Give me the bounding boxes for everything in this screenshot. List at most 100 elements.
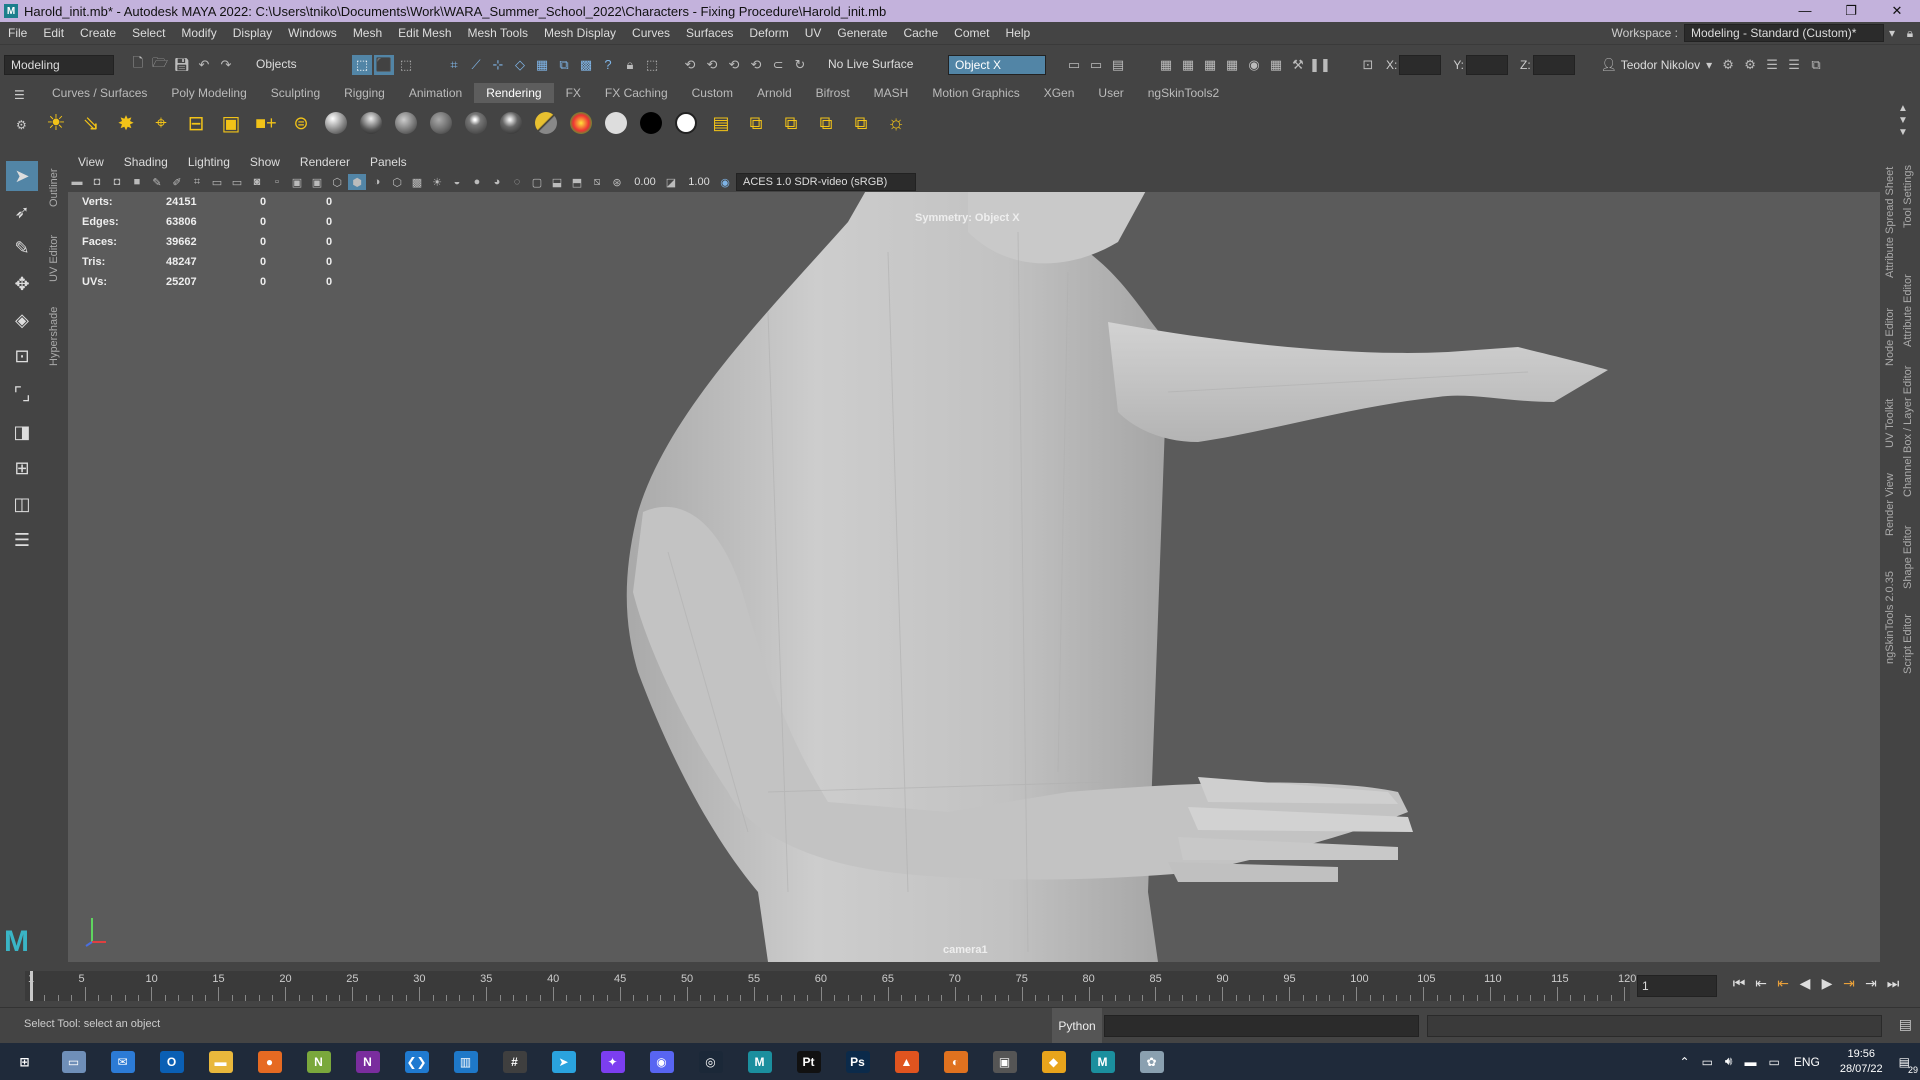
script-editor-tab[interactable]: Script Editor <box>1902 604 1914 674</box>
snap-point-icon[interactable]: ⊹ <box>488 55 508 75</box>
taskbar-app[interactable]: ⊞ <box>0 1043 49 1080</box>
character-mesh[interactable] <box>68 192 1880 962</box>
select-tool-icon[interactable]: ➤ <box>6 161 38 191</box>
taskbar-app[interactable]: ▲ <box>882 1043 931 1080</box>
render-batch-icon[interactable]: ⧉ <box>775 107 807 139</box>
taskbar-app[interactable]: ▬ <box>196 1043 245 1080</box>
use-all-lights-icon[interactable]: ☀ <box>428 174 446 190</box>
viewport-menu-renderer[interactable]: Renderer <box>290 155 360 169</box>
outliner-tab[interactable]: Outliner <box>48 157 60 207</box>
exposure-icon[interactable]: ⊛ <box>608 174 626 190</box>
select-hierarchy-icon[interactable]: ⬚ <box>352 54 372 75</box>
snap-view-plane-icon[interactable]: ◇ <box>510 55 530 75</box>
menu-display[interactable]: Display <box>225 26 280 40</box>
field-chart-icon[interactable]: ▫ <box>268 174 286 190</box>
coordinate-mode-icon[interactable]: ⊡ <box>1358 55 1378 75</box>
taskbar-app[interactable]: ▥ <box>441 1043 490 1080</box>
wireframe-icon[interactable]: ⬡ <box>328 174 346 190</box>
shelf-scroll-icon[interactable]: ▲ ▼ ▼ <box>1898 103 1908 139</box>
camera-aim-icon[interactable]: ⊜ <box>285 107 317 139</box>
construction-history-icon[interactable]: ⟲ <box>746 55 766 75</box>
arnold-flush-icon[interactable]: ⚒ <box>1288 55 1308 75</box>
xray-components-icon[interactable]: ⧅ <box>588 174 606 190</box>
snap-curve-icon[interactable]: ⟋ <box>466 55 486 75</box>
selection-mode-select[interactable]: Objects <box>250 54 350 75</box>
shelf-settings-icon[interactable]: ⚙ <box>16 118 27 132</box>
menu-cache[interactable]: Cache <box>895 26 946 40</box>
area-light-icon[interactable]: ⊟ <box>180 107 212 139</box>
menu-help[interactable]: Help <box>998 26 1039 40</box>
current-time-marker[interactable] <box>30 971 33 1001</box>
default-material-icon[interactable]: ◑ <box>368 174 386 190</box>
menu-mesh[interactable]: Mesh <box>345 26 390 40</box>
user-name[interactable]: Teodor Nikolov <box>1621 58 1700 72</box>
modeling-toolkit-icon[interactable]: ⚙ <box>1718 55 1738 75</box>
tool-settings-icon[interactable]: ☰ <box>1762 55 1782 75</box>
render-layer-icon[interactable]: ⧉ <box>740 107 772 139</box>
step-forward-key-icon[interactable]: ⇥ <box>1860 975 1882 992</box>
menu-create[interactable]: Create <box>72 26 124 40</box>
attribute-editor-tab[interactable]: Attribute Editor <box>1902 252 1914 347</box>
safe-title-icon[interactable]: ▣ <box>308 174 326 190</box>
step-forward-frame-icon[interactable]: ⇥ <box>1838 975 1860 992</box>
current-frame-field[interactable]: 1 <box>1637 975 1717 997</box>
arnold-ipr-icon[interactable]: ▦ <box>1266 55 1286 75</box>
x-field[interactable] <box>1399 54 1442 75</box>
taskbar-app[interactable]: ● <box>245 1043 294 1080</box>
viewport-menu-show[interactable]: Show <box>240 155 290 169</box>
snap-bb-icon[interactable]: ⧉ <box>554 55 574 75</box>
view-transform-select[interactable]: ACES 1.0 SDR-video (sRGB) <box>736 173 916 191</box>
render-ipr-icon[interactable]: ⧉ <box>810 107 842 139</box>
redo-icon[interactable]: ↷ <box>216 55 236 75</box>
taskbar-app[interactable]: ✦ <box>588 1043 637 1080</box>
snap-grid-icon[interactable]: ⌗ <box>444 55 464 75</box>
clock[interactable]: 19:56 28/07/22 <box>1840 1047 1883 1077</box>
textured-icon[interactable]: ▩ <box>408 174 426 190</box>
close-button[interactable]: ✕ <box>1874 0 1920 22</box>
shelf-tab-animation[interactable]: Animation <box>397 83 474 103</box>
outliner-layout-icon[interactable]: ☰ <box>6 525 38 555</box>
menu-select[interactable]: Select <box>124 26 173 40</box>
menu-file[interactable]: File <box>0 26 35 40</box>
smooth-shade-icon[interactable]: ⬢ <box>348 174 366 190</box>
node-editor-tab[interactable]: Node Editor <box>1884 300 1896 366</box>
paint-select-tool-icon[interactable]: ✎ <box>6 233 38 263</box>
render-view-icon[interactable]: ▦ <box>1156 55 1176 75</box>
channel-box-tab[interactable]: Channel Box / Layer Editor <box>1902 357 1914 497</box>
workspace-select[interactable]: Modeling - Standard (Custom)* <box>1684 24 1884 42</box>
shelf-tab-arnold[interactable]: Arnold <box>745 83 804 103</box>
shelf-menu-icon[interactable]: ☰ <box>14 88 25 102</box>
four-view-layout-icon[interactable]: ⊞ <box>6 453 38 483</box>
snap-face-icon[interactable]: ▩ <box>576 55 596 75</box>
directional-light-icon[interactable]: ⇘ <box>75 107 107 139</box>
menu-edit[interactable]: Edit <box>35 26 72 40</box>
pause-icon[interactable]: ❚❚ <box>1309 55 1331 75</box>
gate-mask-icon[interactable]: ◙ <box>248 174 266 190</box>
shape-editor-tab[interactable]: Shape Editor <box>1902 514 1914 589</box>
safe-action-icon[interactable]: ▣ <box>288 174 306 190</box>
image-plane-icon[interactable]: ■ <box>128 174 146 190</box>
ipr-render-icon[interactable]: ▦ <box>1200 55 1220 75</box>
taskbar-app[interactable]: O <box>147 1043 196 1080</box>
volume-light-icon[interactable]: ▣ <box>215 107 247 139</box>
channel-box-icon[interactable]: ☰ <box>1784 55 1804 75</box>
menu-generate[interactable]: Generate <box>829 26 895 40</box>
grid-icon[interactable]: ⌗ <box>188 174 206 190</box>
symmetry-select[interactable]: Object X <box>948 54 1046 75</box>
use-background-icon[interactable] <box>600 107 632 139</box>
shelf-tab-bifrost[interactable]: Bifrost <box>804 83 862 103</box>
anti-aliasing-icon[interactable]: ◌ <box>508 174 526 190</box>
menu-surfaces[interactable]: Surfaces <box>678 26 741 40</box>
attribute-spread-sheet-tab[interactable]: Attribute Spread Sheet <box>1884 158 1896 278</box>
tool-settings-tab[interactable]: Tool Settings <box>1902 158 1914 228</box>
taskbar-app[interactable]: ◉ <box>637 1043 686 1080</box>
y-field[interactable] <box>1466 54 1509 75</box>
phong-icon[interactable] <box>460 107 492 139</box>
taskbar-app[interactable]: M <box>735 1043 784 1080</box>
2d-pan-zoom-icon[interactable]: ✎ <box>148 174 166 190</box>
spot-light-icon[interactable]: ⌖ <box>145 107 177 139</box>
render-setup-icon[interactable]: ⧉ <box>845 107 877 139</box>
open-scene-icon[interactable]: 🗁︎ <box>150 55 170 75</box>
uv-editor-tab[interactable]: UV Editor <box>48 224 60 282</box>
layers-icon[interactable]: ⧉ <box>1806 55 1826 75</box>
